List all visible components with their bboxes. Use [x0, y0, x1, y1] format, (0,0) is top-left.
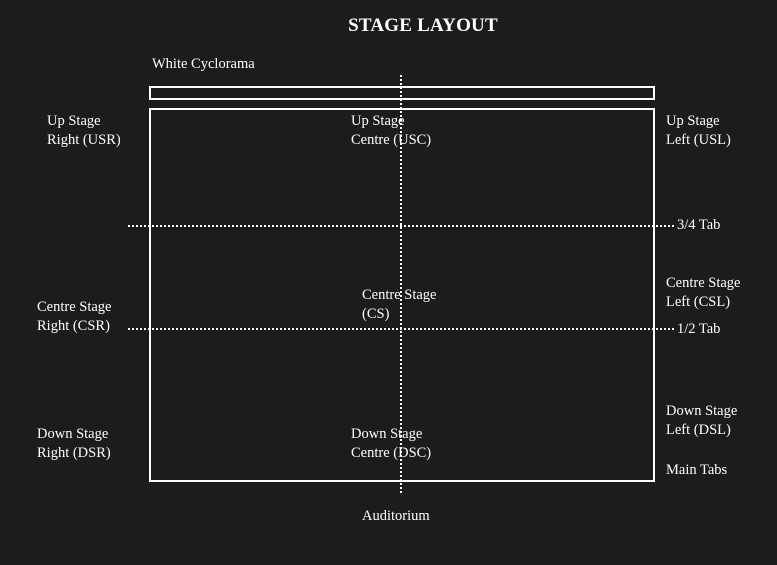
cyclorama-label: White Cyclorama — [152, 56, 255, 72]
area-dsr-line1: Down Stage — [37, 426, 109, 442]
area-dsl-line2: Left (DSL) — [666, 422, 731, 438]
area-usl: Up Stage Left (USL) — [666, 112, 731, 150]
area-dsc-line2: Centre (DSC) — [351, 445, 432, 461]
area-dsr-line2: Right (DSR) — [37, 445, 111, 461]
area-cs-line1: Centre Stage — [362, 287, 437, 303]
area-csr-line2: Right (CSR) — [37, 318, 110, 334]
area-usr: Up Stage Right (USR) — [47, 112, 121, 150]
three-quarter-tab-label: 3/4 Tab — [677, 217, 721, 233]
area-cs-line2: (CS) — [362, 306, 390, 322]
white-cyclorama — [149, 86, 655, 100]
area-dsl: Down Stage Left (DSL) — [666, 402, 737, 440]
area-dsl-line1: Down Stage — [666, 403, 738, 419]
area-usr-line2: Right (USR) — [47, 132, 121, 148]
area-usc: Up Stage Centre (USC) — [351, 112, 431, 150]
area-dsc-line1: Down Stage — [351, 426, 423, 442]
half-tab-line — [128, 328, 675, 330]
main-tabs-label: Main Tabs — [666, 462, 728, 478]
auditorium-label: Auditorium — [362, 508, 430, 524]
area-usr-line1: Up Stage — [47, 113, 101, 129]
area-usl-line1: Up Stage — [666, 113, 720, 129]
area-csl-line1: Centre Stage — [666, 275, 741, 291]
area-usl-line2: Left (USL) — [666, 132, 731, 148]
area-usc-line2: Centre (USC) — [351, 132, 432, 148]
diagram-title: STAGE LAYOUT — [348, 15, 498, 36]
area-csr-line1: Centre Stage — [37, 299, 112, 315]
area-csr: Centre Stage Right (CSR) — [37, 298, 112, 336]
half-tab-label: 1/2 Tab — [677, 321, 721, 337]
area-usc-line1: Up Stage — [351, 113, 405, 129]
area-dsc: Down Stage Centre (DSC) — [351, 425, 431, 463]
area-dsr: Down Stage Right (DSR) — [37, 425, 111, 463]
area-csl-line2: Left (CSL) — [666, 294, 731, 310]
area-csl: Centre Stage Left (CSL) — [666, 274, 741, 312]
area-cs: Centre Stage (CS) — [362, 286, 437, 324]
three-quarter-tab-line — [128, 225, 675, 227]
